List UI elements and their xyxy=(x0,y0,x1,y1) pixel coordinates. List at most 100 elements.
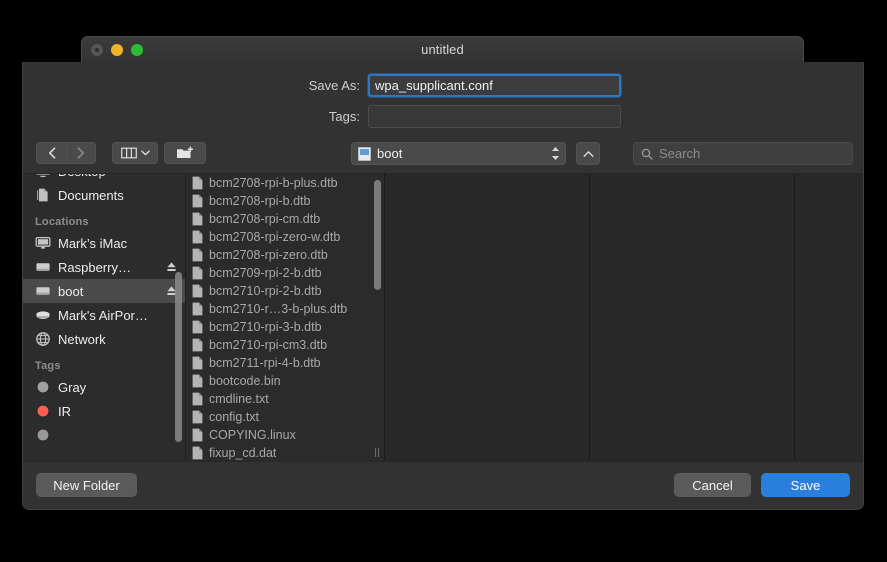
sidebar-item-raspberry[interactable]: Raspberry… xyxy=(23,255,185,279)
network-globe-icon xyxy=(36,332,50,346)
sidebar-item-label: Mark’s iMac xyxy=(58,235,128,251)
file-row[interactable]: bcm2710-rpi-3-b.dtb xyxy=(186,318,384,336)
sidebar-item-tag[interactable] xyxy=(23,423,185,447)
file-name: config.txt xyxy=(209,410,260,424)
document-file-icon xyxy=(192,248,203,262)
document-file-icon xyxy=(192,266,203,280)
file-row[interactable]: COPYING.linux xyxy=(186,426,384,444)
column-preview-3[interactable] xyxy=(590,174,795,461)
tag-dot-icon xyxy=(37,381,49,393)
filename-input[interactable]: wpa_supplicant.conf xyxy=(368,74,621,97)
document-file-icon xyxy=(192,320,203,334)
document-file-icon xyxy=(192,428,203,442)
tags-row: Tags: xyxy=(23,105,623,128)
sidebar-item-documents[interactable]: Documents xyxy=(23,183,185,207)
document-file-icon xyxy=(192,374,203,388)
cancel-button[interactable]: Cancel xyxy=(674,473,751,497)
new-folder-toolbar-button[interactable] xyxy=(164,142,206,164)
document-file-icon xyxy=(192,284,203,298)
navigation-toolbar: boot Search xyxy=(23,136,863,174)
file-name: bcm2709-rpi-2-b.dtb xyxy=(209,266,322,280)
file-row[interactable]: fixup_cd.dat xyxy=(186,444,384,461)
chevron-down-icon xyxy=(140,150,150,156)
search-input[interactable]: Search xyxy=(659,146,700,161)
airport-icon xyxy=(36,311,50,319)
column-preview-2[interactable] xyxy=(385,174,590,461)
sidebar-item-mark-s-imac[interactable]: Mark’s iMac xyxy=(23,231,185,255)
sidebar-item-label: Network xyxy=(58,331,106,347)
sidebar-item-gray[interactable]: Gray xyxy=(23,375,185,399)
tag-dot-icon xyxy=(37,429,49,441)
chevron-left-icon xyxy=(48,147,55,159)
sidebar: Desktop Documents Locations Mark’s iMac Rasp… xyxy=(23,174,186,461)
search-icon xyxy=(641,148,653,160)
sidebar-item-desktop[interactable]: Desktop xyxy=(23,174,185,183)
column-preview-4[interactable] xyxy=(795,174,863,461)
document-file-icon xyxy=(192,446,203,460)
file-row[interactable]: config.txt xyxy=(186,408,384,426)
file-name: bcm2708-rpi-zero-w.dtb xyxy=(209,230,341,244)
path-popup-button[interactable]: boot xyxy=(351,142,566,165)
sidebar-item-boot[interactable]: boot xyxy=(23,279,185,303)
document-file-icon xyxy=(192,230,203,244)
column-view-icon xyxy=(120,147,137,159)
file-row[interactable]: bcm2708-rpi-b-plus.dtb xyxy=(186,174,384,192)
file-name: fixup_cd.dat xyxy=(209,446,277,460)
eject-icon[interactable] xyxy=(166,261,177,273)
tag-dot-icon xyxy=(37,405,49,417)
sidebar-item-label: Gray xyxy=(58,379,87,395)
file-name: bootcode.bin xyxy=(209,374,281,388)
desktop-icon xyxy=(36,174,50,178)
new-folder-button[interactable]: New Folder xyxy=(36,473,137,497)
file-row[interactable]: bcm2708-rpi-zero-w.dtb xyxy=(186,228,384,246)
up-down-stepper-icon xyxy=(550,146,561,161)
file-row[interactable]: bcm2711-rpi-4-b.dtb xyxy=(186,354,384,372)
column-view: bcm2708-rpi-b-plus.dtb bcm2708-rpi-b.dtb b… xyxy=(186,174,863,461)
window-title: untitled xyxy=(421,42,464,57)
sidebar-group-header: Locations xyxy=(35,216,89,228)
go-up-button[interactable] xyxy=(576,142,600,165)
file-row[interactable]: bcm2710-rpi-2-b.dtb xyxy=(186,282,384,300)
file-row[interactable]: bootcode.bin xyxy=(186,372,384,390)
file-browser: Desktop Documents Locations Mark’s iMac Rasp… xyxy=(23,174,863,462)
sidebar-group-header: Tags xyxy=(35,360,61,372)
search-field[interactable]: Search xyxy=(633,142,853,165)
sidebar-item-label: Documents xyxy=(58,187,124,203)
sidebar-item-network[interactable]: Network xyxy=(23,327,185,351)
file-row[interactable]: bcm2708-rpi-b.dtb xyxy=(186,192,384,210)
path-label: boot xyxy=(377,146,403,161)
column-files: bcm2708-rpi-b-plus.dtb bcm2708-rpi-b.dtb b… xyxy=(186,174,385,461)
back-button[interactable] xyxy=(36,142,66,164)
column-resize-handle[interactable] xyxy=(373,448,381,457)
forward-button[interactable] xyxy=(66,142,96,164)
file-list-scrollbar[interactable] xyxy=(374,180,381,290)
file-row[interactable]: bcm2710-rpi-cm3.dtb xyxy=(186,336,384,354)
parent-window-titlebar: untitled xyxy=(81,36,804,63)
document-file-icon xyxy=(192,392,203,406)
view-mode-button[interactable] xyxy=(112,142,158,164)
tags-input[interactable] xyxy=(368,105,621,128)
save-as-row: Save As: wpa_supplicant.conf xyxy=(23,74,623,97)
file-row[interactable]: bcm2708-rpi-cm.dtb xyxy=(186,210,384,228)
documents-icon xyxy=(37,188,48,202)
file-row[interactable]: cmdline.txt xyxy=(186,390,384,408)
file-name: bcm2708-rpi-b-plus.dtb xyxy=(209,176,338,190)
sidebar-item-label: boot xyxy=(58,283,84,299)
save-dialog: Save As: wpa_supplicant.conf Tags: boot … xyxy=(22,62,864,510)
file-name: bcm2711-rpi-4-b.dtb xyxy=(209,356,321,370)
sidebar-item-mark-s-airpor[interactable]: Mark's AirPor… xyxy=(23,303,185,327)
dialog-footer: New Folder Cancel Save xyxy=(23,462,863,509)
document-file-icon xyxy=(192,212,203,226)
file-row[interactable]: bcm2708-rpi-zero.dtb xyxy=(186,246,384,264)
removable-disk-icon xyxy=(358,146,371,161)
drive-icon xyxy=(36,287,50,295)
sidebar-item-ir[interactable]: IR xyxy=(23,399,185,423)
save-button[interactable]: Save xyxy=(761,473,850,497)
file-row[interactable]: bcm2709-rpi-2-b.dtb xyxy=(186,264,384,282)
file-list: bcm2708-rpi-b-plus.dtb bcm2708-rpi-b.dtb b… xyxy=(186,174,384,461)
sidebar-item-label: Raspberry… xyxy=(58,259,131,275)
save-form: Save As: wpa_supplicant.conf Tags: xyxy=(23,62,863,136)
file-row[interactable]: bcm2710-r…3-b-plus.dtb xyxy=(186,300,384,318)
document-file-icon xyxy=(192,176,203,190)
sidebar-scrollbar[interactable] xyxy=(175,272,182,442)
